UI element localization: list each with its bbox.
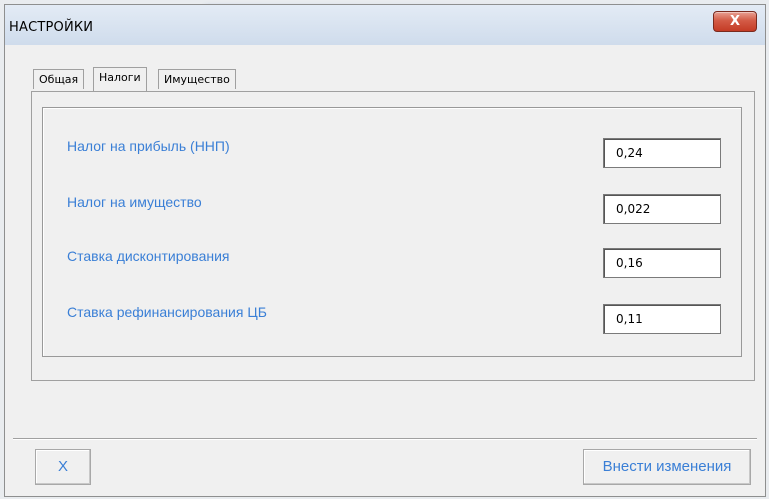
close-window-button[interactable]: X bbox=[713, 11, 757, 32]
window-title: НАСТРОЙКИ bbox=[9, 20, 94, 35]
input-refinancing-rate[interactable]: 0,11 bbox=[603, 304, 721, 334]
dialog-client: Общая Налоги Имущество Налог на прибыль … bbox=[13, 45, 757, 488]
title-bar[interactable]: НАСТРОЙКИ X bbox=[5, 5, 765, 45]
tab-property[interactable]: Имущество bbox=[158, 69, 236, 89]
tab-general[interactable]: Общая bbox=[33, 69, 85, 89]
label-profit-tax: Налог на прибыль (ННП) bbox=[67, 138, 230, 154]
input-property-tax[interactable]: 0,022 bbox=[603, 194, 721, 224]
tab-panel-taxes: Налог на прибыль (ННП) 0,24 Налог на иму… bbox=[31, 91, 755, 381]
tab-taxes[interactable]: Налоги bbox=[93, 67, 147, 91]
label-discount-rate: Ставка дисконтирования bbox=[67, 248, 230, 264]
input-discount-rate[interactable]: 0,16 bbox=[603, 248, 721, 278]
label-property-tax: Налог на имущество bbox=[67, 194, 202, 210]
settings-dialog: НАСТРОЙКИ X Общая Налоги Имущество Налог… bbox=[4, 4, 766, 497]
taxes-group-box: Налог на прибыль (ННП) 0,24 Налог на иму… bbox=[42, 107, 742, 357]
input-profit-tax[interactable]: 0,24 bbox=[603, 138, 721, 168]
label-refinancing-rate: Ставка рефинансирования ЦБ bbox=[67, 304, 267, 320]
footer-divider bbox=[13, 438, 757, 440]
apply-changes-button[interactable]: Внести изменения bbox=[583, 449, 751, 485]
cancel-button[interactable]: X bbox=[35, 449, 91, 485]
